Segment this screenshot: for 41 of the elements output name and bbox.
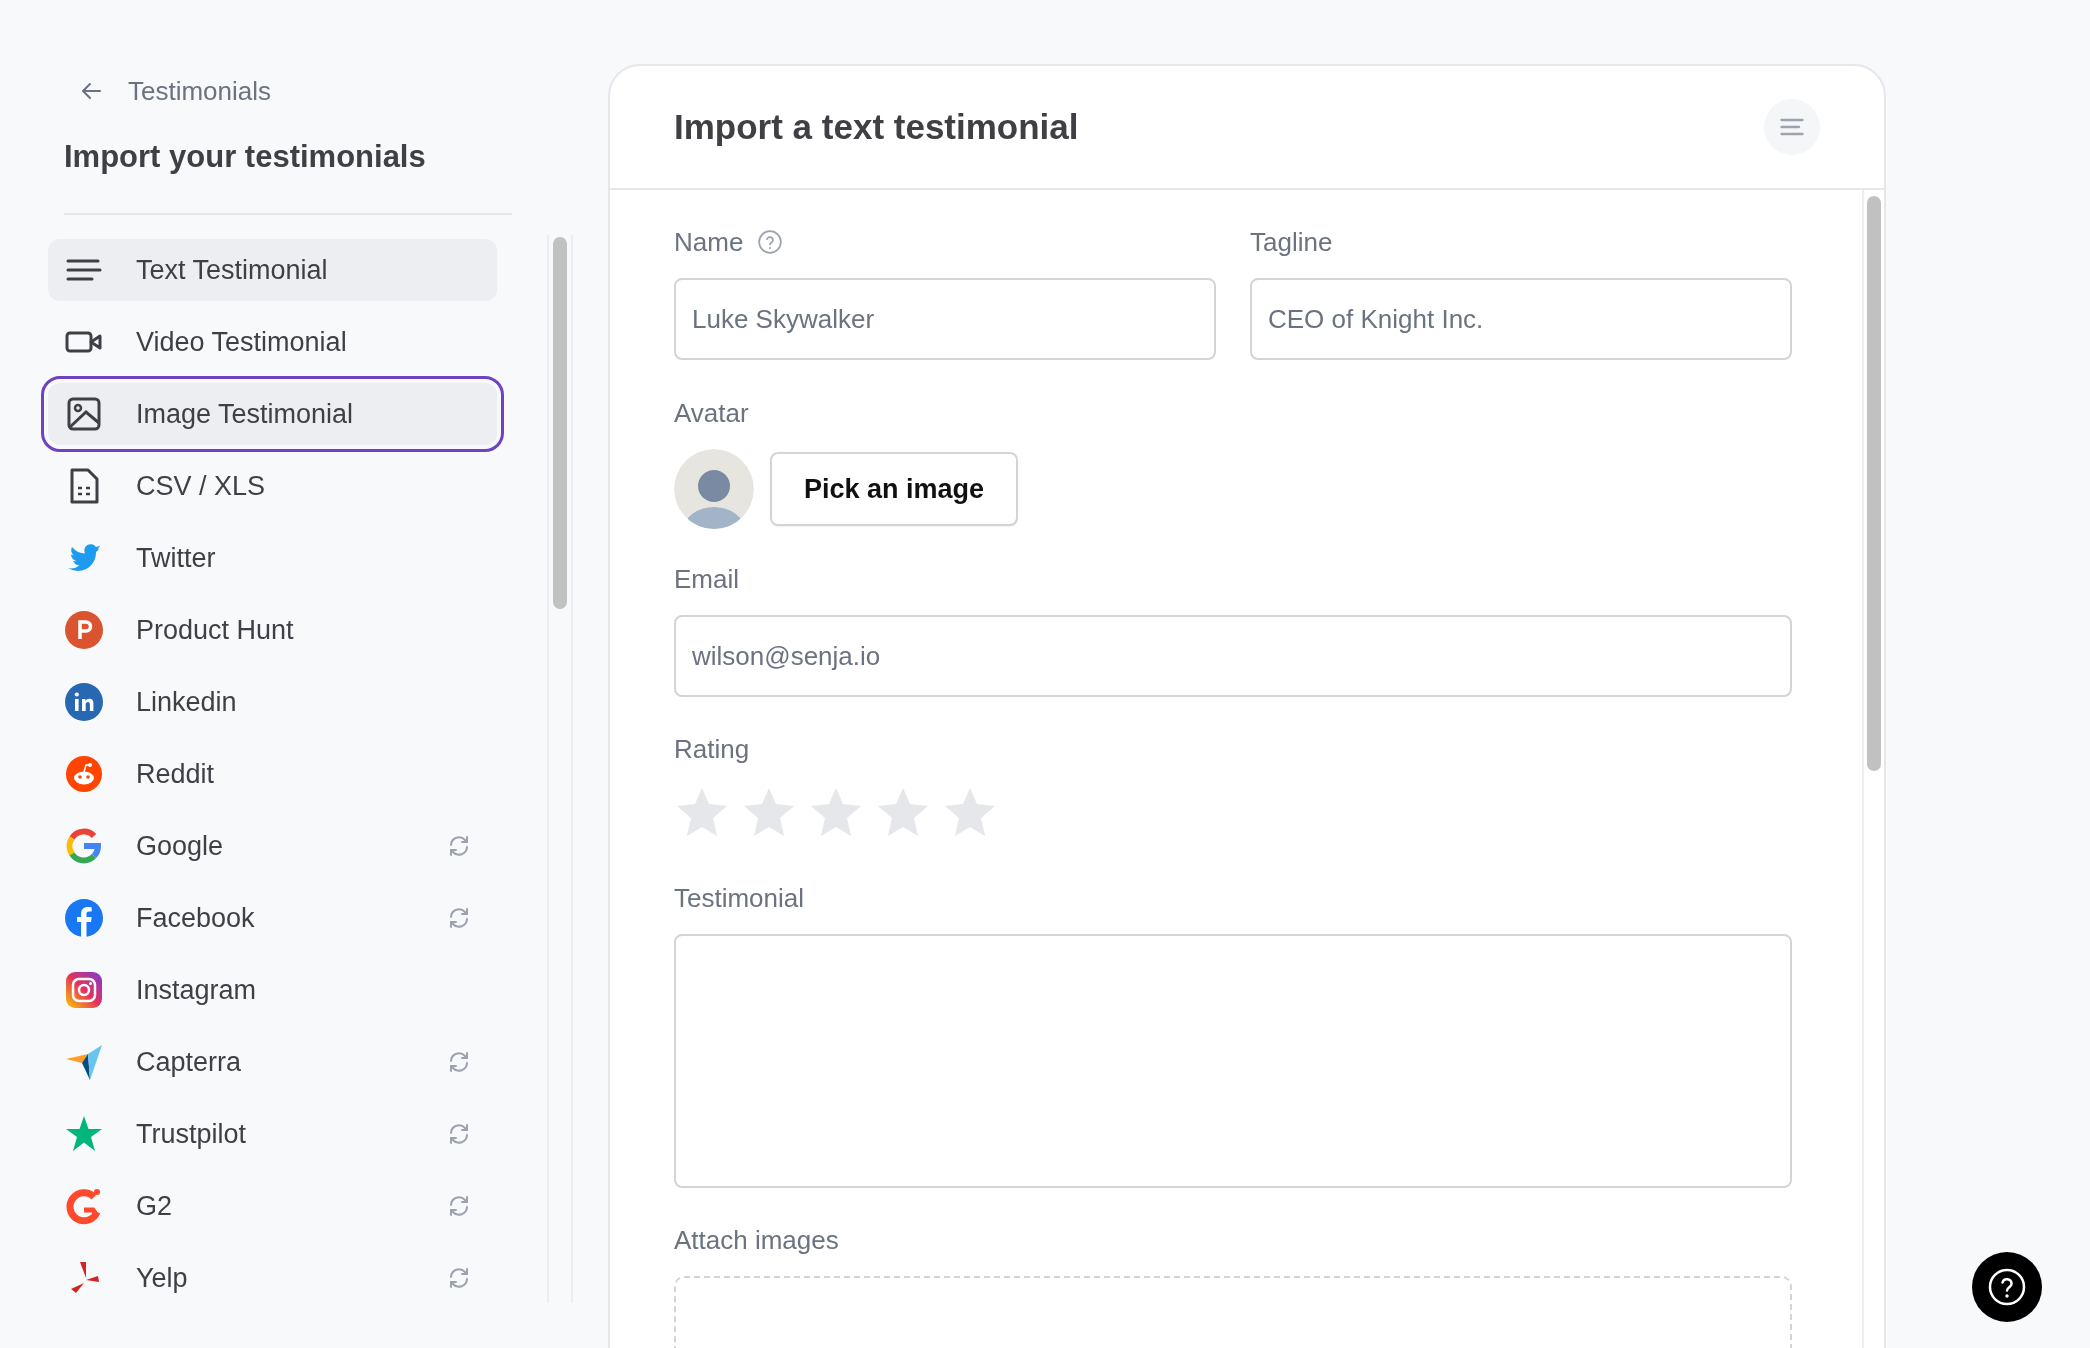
sidebar-item[interactable]: Product Hunt [48, 599, 497, 661]
field-label: Rating [674, 733, 750, 765]
sidebar-item[interactable]: Twitter [48, 527, 497, 589]
field-label: Email [674, 563, 739, 595]
sidebar-item[interactable]: Yelp [48, 1247, 497, 1309]
instagram-icon [64, 970, 104, 1010]
tagline-field[interactable]: CEO of Knight Inc. [1250, 278, 1792, 360]
help-icon [1987, 1267, 2027, 1307]
sidebar-item[interactable]: Text Testimonial [48, 239, 497, 301]
product-hunt-icon [64, 610, 104, 650]
sidebar-item[interactable]: Instagram [48, 959, 497, 1021]
field-label: Attach images [674, 1224, 839, 1256]
avatar-icon [674, 449, 754, 529]
star-icon [64, 1114, 104, 1154]
field-label: Testimonial [674, 882, 805, 914]
scrollbar-thumb[interactable] [553, 237, 567, 609]
card-title: Import a text testimonial [674, 107, 1079, 147]
sidebar-item[interactable]: Reddit [48, 743, 497, 805]
sidebar-item[interactable]: Trustpilot [48, 1103, 497, 1165]
testimonial-field[interactable] [674, 934, 1792, 1188]
scrollbar-thumb[interactable] [1867, 196, 1881, 771]
sidebar-title: Import your testimonials [64, 138, 427, 176]
field-label: Name [674, 226, 744, 258]
email-field[interactable]: wilson@senja.io [674, 615, 1792, 697]
google-icon [64, 826, 104, 866]
field-label: Avatar [674, 397, 749, 429]
facebook-icon [64, 898, 104, 938]
name-field[interactable]: Luke Skywalker [674, 278, 1216, 360]
linkedin-icon [64, 682, 104, 722]
sidebar-item[interactable]: CSV / XLS [48, 455, 497, 517]
sidebar-item[interactable]: Linkedin [48, 671, 497, 733]
sidebar-item[interactable]: Facebook [48, 887, 497, 949]
back-link[interactable]: Testimonials [80, 73, 272, 109]
sidebar-item[interactable]: Video Testimonial [48, 311, 497, 373]
sidebar-item[interactable]: Capterra [48, 1031, 497, 1093]
field-label: Tagline [1250, 226, 1333, 258]
reddit-icon [64, 754, 104, 794]
help-icon[interactable] [757, 229, 784, 255]
sidebar-item[interactable]: Google [48, 815, 497, 877]
sidebar-item[interactable]: G2 [48, 1175, 497, 1237]
pick-image-button[interactable]: Pick an image [770, 452, 1019, 526]
